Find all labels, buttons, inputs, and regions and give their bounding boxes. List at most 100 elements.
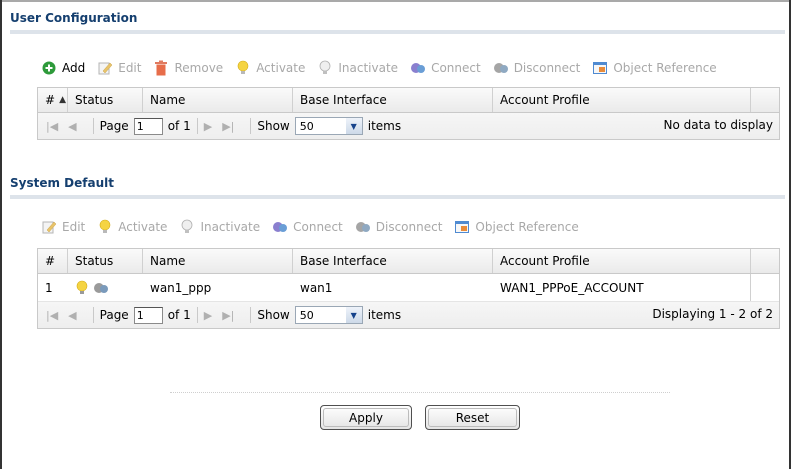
inactivate-button[interactable]: Inactivate [317, 60, 398, 76]
page-size-value: 50 [299, 308, 314, 322]
col-header-number-label: # [45, 254, 56, 268]
activate-label: Activate [118, 220, 168, 234]
prev-page-icon[interactable]: ◀ [68, 120, 76, 133]
col-header-number[interactable]: # [38, 249, 68, 273]
col-header-status[interactable]: Status [68, 88, 143, 112]
table-header: # Status Name Base Interface Account Pro… [38, 249, 779, 274]
col-header-account-profile[interactable]: Account Profile [493, 249, 751, 273]
user-config-title: User Configuration [10, 11, 138, 25]
object-reference-label: Object Reference [613, 61, 717, 75]
remove-label: Remove [174, 61, 224, 75]
page-number-input[interactable] [133, 306, 163, 324]
disconnect-icon [355, 219, 371, 235]
pager-separator [92, 307, 94, 323]
user-config-rule [10, 30, 785, 34]
cell-number: 1 [38, 274, 68, 301]
footer-divider [170, 392, 670, 393]
remove-icon [153, 60, 169, 76]
page-size-select[interactable]: 50 ▼ [294, 306, 363, 324]
first-page-icon[interactable]: |◀ [46, 309, 58, 322]
edit-button[interactable]: Edit [97, 60, 141, 76]
col-header-number-label: # [45, 93, 56, 107]
activate-icon [97, 219, 113, 235]
object-reference-icon [454, 219, 470, 235]
edit-label: Edit [118, 61, 142, 75]
pager-separator [92, 118, 94, 134]
activate-icon [235, 60, 251, 76]
disconnect-button[interactable]: Disconnect [493, 60, 580, 76]
pager: |◀ ◀ Page of 1 ▶ ▶| Show 50 ▼ items No d… [38, 113, 779, 139]
inactivate-label: Inactivate [200, 220, 261, 234]
last-page-icon[interactable]: ▶| [222, 309, 234, 322]
pager: |◀ ◀ Page of 1 ▶ ▶| Show 50 ▼ items Disp… [38, 302, 779, 328]
col-header-name[interactable]: Name [143, 88, 293, 112]
sort-ascending-icon: ▲ [59, 95, 66, 105]
cell-name-value: wan1_ppp [150, 280, 212, 295]
reset-button[interactable]: Reset [425, 405, 520, 430]
table-header: # ▲ Status Name Base Interface Account Pr… [38, 88, 779, 113]
connect-icon [410, 60, 426, 76]
system-default-table: # Status Name Base Interface Account Pro… [37, 248, 780, 329]
prev-page-icon[interactable]: ◀ [68, 309, 76, 322]
table-row[interactable]: 1 wan1_ppp wan1 WAN1_PPPoE_ACCOUNT [38, 274, 779, 302]
edit-label: Edit [62, 220, 86, 234]
inactivate-button[interactable]: Inactivate [179, 219, 260, 235]
user-config-toolbar: Add Edit Remove Activate Inactivate Conn… [37, 54, 780, 82]
page-label: Page [99, 119, 129, 133]
next-page-icon[interactable]: ▶ [204, 120, 212, 133]
edit-button[interactable]: Edit [41, 219, 85, 235]
col-header-account-profile[interactable]: Account Profile [493, 88, 751, 112]
col-header-status-label: Status [75, 93, 114, 107]
pager-separator [250, 118, 252, 134]
page-number-input[interactable] [133, 117, 163, 135]
chevron-down-icon[interactable]: ▼ [345, 118, 362, 134]
pager-status: No data to display [663, 118, 773, 132]
col-header-name[interactable]: Name [143, 249, 293, 273]
activate-button[interactable]: Activate [97, 219, 167, 235]
cell-base-interface: wan1 [293, 274, 493, 301]
connect-label: Connect [431, 61, 481, 75]
pager-separator [196, 118, 198, 134]
connect-button[interactable]: Connect [410, 60, 481, 76]
col-header-status-label: Status [75, 254, 114, 268]
col-header-base-interface-label: Base Interface [300, 254, 387, 268]
chevron-down-icon[interactable]: ▼ [345, 307, 362, 323]
object-reference-icon [592, 60, 608, 76]
first-page-icon[interactable]: |◀ [46, 120, 58, 133]
connect-button[interactable]: Connect [272, 219, 343, 235]
col-header-filler [751, 249, 779, 273]
show-label: Show [257, 119, 290, 133]
disconnect-button[interactable]: Disconnect [355, 219, 442, 235]
page-count-label: of 1 [167, 308, 191, 322]
object-reference-label: Object Reference [475, 220, 579, 234]
page-size-value: 50 [299, 119, 314, 133]
reset-button-label: Reset [428, 408, 517, 427]
items-label: items [367, 119, 402, 133]
col-header-base-interface-label: Base Interface [300, 93, 387, 107]
col-header-status[interactable]: Status [68, 249, 143, 273]
cell-name: wan1_ppp [143, 274, 293, 301]
disconnect-icon [493, 60, 509, 76]
activate-button[interactable]: Activate [235, 60, 305, 76]
inactivate-label: Inactivate [338, 61, 399, 75]
col-header-base-interface[interactable]: Base Interface [293, 88, 493, 112]
connect-label: Connect [293, 220, 343, 234]
last-page-icon[interactable]: ▶| [222, 120, 234, 133]
object-reference-button[interactable]: Object Reference [454, 219, 579, 235]
add-button[interactable]: Add [41, 60, 85, 76]
remove-button[interactable]: Remove [153, 60, 223, 76]
system-default-rule [10, 195, 785, 199]
object-reference-button[interactable]: Object Reference [592, 60, 717, 76]
page-size-select[interactable]: 50 ▼ [294, 117, 363, 135]
col-header-base-interface[interactable]: Base Interface [293, 249, 493, 273]
apply-button[interactable]: Apply [320, 405, 412, 430]
cell-status [68, 274, 143, 301]
page-label: Page [99, 308, 129, 322]
activate-label: Activate [256, 61, 306, 75]
user-config-table: # ▲ Status Name Base Interface Account Pr… [37, 87, 780, 140]
next-page-icon[interactable]: ▶ [204, 309, 212, 322]
col-header-number[interactable]: # ▲ [38, 88, 68, 112]
left-border [0, 0, 2, 469]
cell-number-value: 1 [45, 280, 53, 295]
add-label: Add [62, 61, 86, 75]
